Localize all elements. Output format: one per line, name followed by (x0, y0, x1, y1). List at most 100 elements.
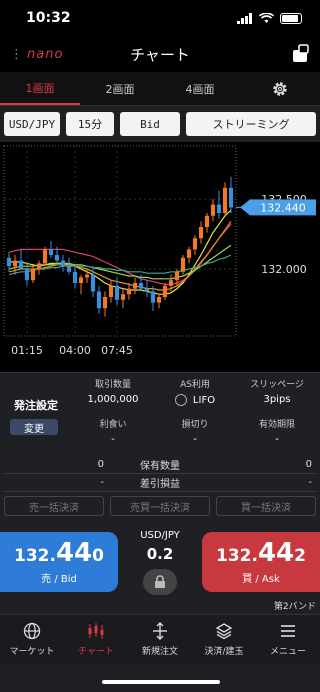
sell-bid-button[interactable]: 132.440 売 / Bid (0, 532, 118, 592)
stop-loss-label: 損切り (181, 420, 209, 430)
candle-body (24, 269, 30, 281)
bottom-nav: マーケット チャート 新規注文 決済/建玉 メニュー (0, 614, 320, 664)
take-profit-label: 利食い (99, 420, 127, 430)
expiry-label: 有効期限 (258, 420, 295, 430)
nav-settle-label: 決済/建玉 (204, 647, 244, 657)
tab-4-screen[interactable]: 4画面 (160, 72, 240, 105)
as-cell: AS利用 LIFO (154, 377, 236, 406)
layout-switch-icon[interactable] (290, 44, 310, 64)
currency-pair-button[interactable]: USD/JPY (4, 112, 60, 136)
candle-body (96, 291, 102, 309)
nav-new-order-label: 新規注文 (141, 647, 178, 657)
buy-all-settle-button[interactable]: 買一括決済 (216, 496, 316, 516)
sell-all-settle-button[interactable]: 売一括決済 (4, 496, 104, 516)
candle-body (132, 283, 138, 289)
left-pl: - (100, 477, 104, 488)
candle-body (150, 291, 156, 303)
chart-svg: 132.500132.000 01:1504:0007:45 132.440 (3, 145, 316, 357)
candle-body (126, 288, 132, 295)
nav-chart-label: チャート (78, 647, 114, 657)
candle-body (30, 269, 36, 281)
candle-body (6, 257, 12, 267)
candle-body (102, 297, 108, 309)
take-profit-value: - (111, 434, 115, 445)
candle-body (210, 204, 216, 216)
new-order-icon (153, 622, 167, 640)
settings-gear-icon[interactable] (240, 72, 320, 105)
candle-body (144, 288, 150, 292)
nav-menu-label: メニュー (269, 647, 306, 657)
candle-body (36, 263, 42, 269)
expiry-value: - (275, 434, 279, 445)
candle-body (60, 260, 66, 267)
app-logo: ⋮ nano (10, 47, 63, 62)
candle-body (174, 271, 180, 281)
logo-text: nano (27, 46, 64, 62)
wifi-icon (259, 12, 274, 23)
hamburger-menu-icon (281, 625, 295, 637)
candle-body (84, 274, 90, 278)
candle-body (162, 285, 168, 297)
current-price-arrow (240, 199, 250, 216)
candle-body (198, 227, 204, 239)
stop-loss-value: - (193, 434, 197, 445)
right-pl: - (308, 477, 312, 488)
candle-body (180, 257, 186, 272)
quantity-row: 0 保有数量 0 (4, 456, 316, 474)
take-profit-cell: 利食い - (72, 417, 154, 445)
x-tick-label: 01:15 (11, 344, 43, 357)
order-settings-title: 発注設定 (14, 399, 58, 412)
qty-label: 保有数量 (140, 461, 180, 472)
as-radio[interactable] (174, 394, 187, 406)
nav-market[interactable]: マーケット (0, 615, 64, 664)
price-type-button[interactable]: Bid (120, 112, 180, 136)
pl-label: 差引損益 (140, 479, 180, 490)
chart-controls: USD/JPY 15分 Bid ストリーミング (0, 106, 320, 142)
candle-body (204, 215, 210, 227)
all-settle-button[interactable]: 売買一括決済 (110, 496, 210, 516)
streaming-button[interactable]: ストリーミング (186, 112, 316, 136)
x-tick-label: 07:45 (101, 344, 133, 357)
menu-dots-icon[interactable]: ⋮ (10, 47, 24, 62)
globe-icon (23, 622, 41, 640)
candle-body (216, 204, 222, 213)
bid-price: 132.440 (14, 538, 104, 568)
nav-menu[interactable]: メニュー (256, 615, 320, 664)
candle-body (18, 260, 24, 269)
candle-body (90, 274, 96, 292)
y-tick-label: 132.000 (261, 263, 307, 276)
buy-ask-button[interactable]: 132.442 買 / Ask (202, 532, 320, 592)
tab-2-screen[interactable]: 2画面 (80, 72, 160, 105)
expiry-cell: 有効期限 - (236, 417, 318, 445)
slippage-value: 3pips (263, 394, 291, 405)
candle-body (12, 260, 18, 267)
bid-label: 売 / Bid (41, 574, 77, 585)
candle-body (114, 285, 120, 300)
current-price-label: 132.440 (260, 201, 306, 214)
quantity-label: 取引数量 (94, 380, 131, 390)
nav-new-order[interactable]: 新規注文 (128, 615, 192, 664)
signal-icon (237, 12, 252, 24)
change-button[interactable]: 変更 (10, 419, 58, 435)
nav-chart[interactable]: チャート (64, 615, 128, 664)
as-label: AS利用 (180, 380, 210, 390)
lock-icon[interactable] (143, 569, 177, 595)
candle-body (78, 277, 84, 283)
candle-body (54, 255, 60, 261)
home-indicator (102, 680, 220, 684)
candle-body (42, 249, 48, 264)
price-chart[interactable]: 132.500132.000 01:1504:0007:45 132.440 (0, 142, 320, 372)
tab-1-screen[interactable]: 1画面 (0, 72, 80, 105)
candle-body (66, 266, 72, 272)
interval-button[interactable]: 15分 (66, 112, 114, 136)
candle-body (120, 294, 126, 300)
nav-settle[interactable]: 決済/建玉 (192, 615, 256, 664)
x-tick-label: 04:00 (59, 344, 91, 357)
left-qty: 0 (97, 459, 104, 470)
nav-market-label: マーケット (9, 647, 55, 657)
candle-body (168, 280, 174, 286)
ask-price: 132.442 (216, 538, 306, 568)
layers-icon (215, 623, 233, 640)
battery-icon (280, 12, 302, 24)
right-qty: 0 (305, 459, 312, 470)
